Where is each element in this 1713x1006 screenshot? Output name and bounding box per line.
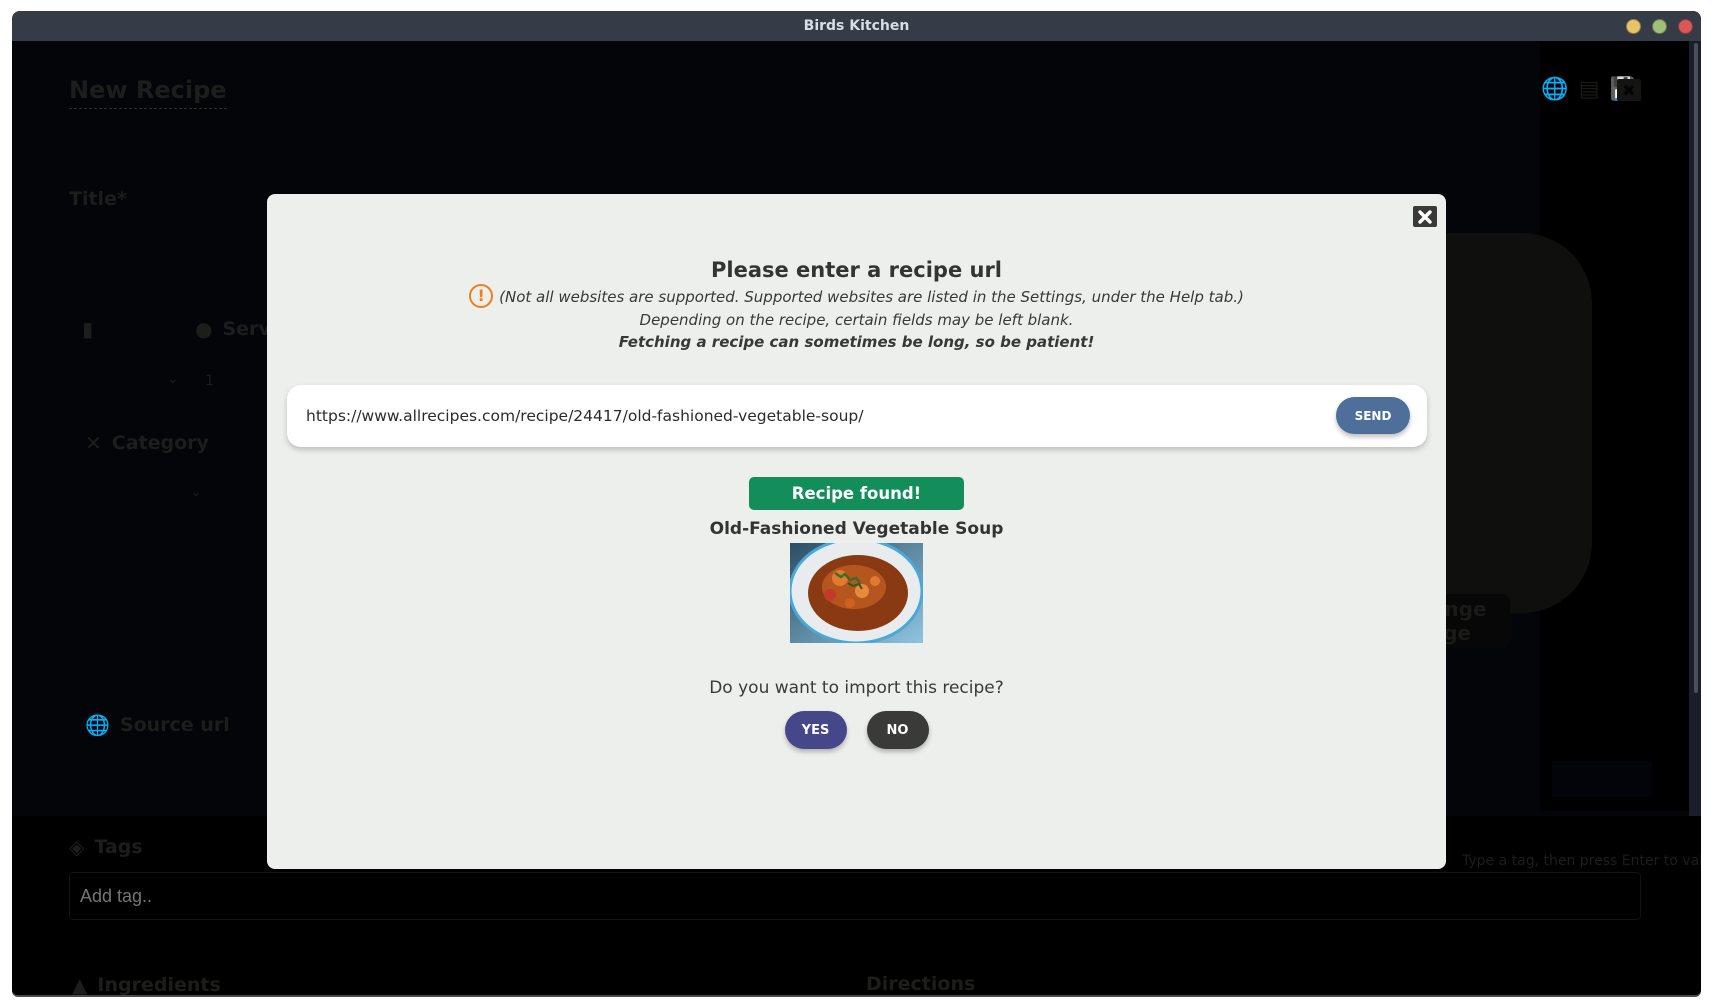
tags-input[interactable] <box>69 872 1641 920</box>
category-label-text: Category <box>111 432 209 454</box>
tag-icon: ◈ <box>69 835 85 859</box>
no-button[interactable]: NO <box>866 711 929 749</box>
warning-icon: ! <box>469 283 494 308</box>
tags-label: ◈ Tags <box>69 835 143 859</box>
tags-label-text: Tags <box>94 836 143 858</box>
basket-icon: ▲ <box>72 973 88 995</box>
source-url-input[interactable] <box>1552 761 1652 797</box>
title-label-text: Title* <box>69 188 127 210</box>
scrollbar-thumb[interactable] <box>1694 43 1698 693</box>
ingredients-label-text: Ingredients <box>97 974 221 995</box>
url-bar: SEND <box>287 385 1427 447</box>
soup-bowl-image <box>790 543 923 643</box>
notice-text: ! (Not all websites are supported. Suppor… <box>267 283 1446 354</box>
category-label: ✕ Category <box>85 431 209 455</box>
confirm-buttons: YES NO <box>267 711 1446 749</box>
notice-line-2: Depending on the recipe, certain fields … <box>639 310 1074 329</box>
recipe-url-input[interactable] <box>306 385 1326 447</box>
app-window: Birds Kitchen New Recipe 🌐 ▤ 💾 ✖ Title* … <box>12 11 1701 995</box>
signal-bars-icon: ▮ <box>82 317 94 341</box>
send-button[interactable]: SEND <box>1336 397 1410 434</box>
recipe-image <box>790 543 923 643</box>
app-content: New Recipe 🌐 ▤ 💾 ✖ Title* ▮ ●Servings ⌄ … <box>12 41 1701 995</box>
window-title: Birds Kitchen <box>803 18 910 34</box>
title-label: Title* <box>69 188 127 210</box>
difficulty-label: ▮ <box>82 317 93 341</box>
page-title: New Recipe <box>69 76 227 109</box>
notice-line-1: ! (Not all websites are supported. Suppor… <box>267 283 1446 309</box>
source-url-label: 🌐 Source url <box>85 713 230 737</box>
notice-line-3: Fetching a recipe can sometimes be long,… <box>618 333 1095 351</box>
yes-button[interactable]: YES <box>784 711 847 749</box>
tags-help-text: Type a tag, then press Enter to validate <box>1462 853 1701 869</box>
directions-label-text: Directions <box>866 973 976 995</box>
title-bar: Birds Kitchen <box>12 11 1701 41</box>
import-question: Do you want to import this recipe? <box>709 678 1004 698</box>
import-url-modal: Please enter a recipe url ! (Not all webs… <box>267 194 1446 869</box>
modal-close-button[interactable] <box>1413 206 1437 227</box>
servings-value[interactable]: 1 <box>205 373 214 389</box>
recipe-title: Old-Fashioned Vegetable Soup <box>709 519 1004 539</box>
window-close-button[interactable] <box>1678 19 1693 34</box>
minimize-button[interactable] <box>1626 19 1641 34</box>
utensils-icon: ✕ <box>85 431 102 455</box>
modal-title: Please enter a recipe url <box>710 258 1003 282</box>
close-icon <box>1418 209 1432 224</box>
directions-label: Directions <box>866 973 975 995</box>
notebook-icon[interactable]: ▤ <box>1579 77 1600 102</box>
globe-icon: 🌐 <box>85 713 110 737</box>
ingredients-label: ▲ Ingredients <box>72 973 221 995</box>
notice-line-1-text: (Not all websites are supported. Support… <box>499 288 1244 306</box>
difficulty-select-chevron[interactable]: ⌄ <box>167 371 179 387</box>
globe-icon[interactable]: 🌐 <box>1541 77 1568 102</box>
status-badge: Recipe found! <box>749 477 964 510</box>
category-select-chevron[interactable]: ⌄ <box>190 484 202 500</box>
source-url-label-text: Source url <box>119 714 230 736</box>
window-controls <box>1626 19 1693 34</box>
maximize-button[interactable] <box>1652 19 1667 34</box>
users-icon: ● <box>195 317 213 341</box>
close-recipe-button[interactable]: ✖ <box>1617 79 1641 101</box>
